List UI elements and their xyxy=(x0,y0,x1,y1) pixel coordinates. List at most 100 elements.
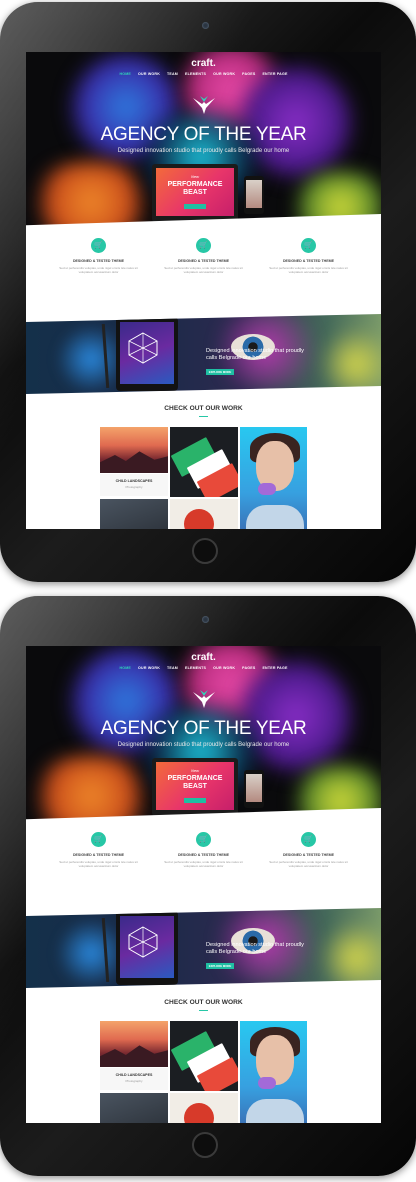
nav-item-team[interactable]: TEAM xyxy=(167,666,178,670)
portfolio-item-cards[interactable] xyxy=(170,1021,238,1091)
device-button xyxy=(184,204,206,209)
portfolio-item-stationery[interactable] xyxy=(100,499,168,529)
portrait-shirt xyxy=(246,1099,304,1123)
portfolio-title: CHILD LANDSCAPES xyxy=(115,479,153,483)
hero-headline: AGENCY OF THE YEAR xyxy=(100,718,307,739)
mountain-image xyxy=(100,1045,168,1067)
features-row: 🛒 DESIGNED & TESTED THEME Sed ut perfere… xyxy=(26,238,381,322)
macaron-image xyxy=(258,483,276,495)
promo-banner: Designed innovation studio that proudly … xyxy=(26,314,381,394)
features-row: 🛒 DESIGNED & TESTED THEME Sed ut perfere… xyxy=(26,832,381,916)
red-disc-image xyxy=(184,509,214,529)
feature-title: DESIGNED & TESTED THEME xyxy=(72,853,125,857)
portfolio-item-print[interactable] xyxy=(170,499,238,529)
nav-item-home[interactable]: HOME xyxy=(119,72,131,76)
portfolio-grid: CHILD LANDSCAPES Photography xyxy=(100,1021,307,1123)
camera-icon xyxy=(202,616,209,623)
device-small-label: New xyxy=(190,768,199,773)
feature-title: DESIGNED & TESTED THEME xyxy=(282,853,335,857)
portfolio-title: CHILD LANDSCAPES xyxy=(115,1073,153,1077)
work-section-title: CHECK OUT OUR WORK xyxy=(164,405,243,412)
portfolio-category: Photography xyxy=(125,485,143,489)
nav-item-pages[interactable]: PAGES xyxy=(242,72,255,76)
laptop-mockup: New PERFORMANCE BEAST xyxy=(152,164,238,222)
hero-section: craft. HOME OUR WORK TEAM ELEMENTS OUR W… xyxy=(26,646,381,822)
feature-text: Sed ut perferendis voluptas, unde nigel … xyxy=(269,266,348,274)
site-logo[interactable]: craft. xyxy=(26,652,381,663)
color-splash xyxy=(316,923,381,988)
cart-icon: 🛒 xyxy=(196,832,211,847)
bird-logo-icon xyxy=(193,690,215,708)
promo-banner: Designed innovation studio that proudly … xyxy=(26,908,381,988)
portfolio-item-landscape[interactable] xyxy=(100,427,168,473)
portfolio-caption: CHILD LANDSCAPES Photography xyxy=(100,474,168,496)
laptop-display: New PERFORMANCE BEAST xyxy=(156,762,234,810)
title-divider xyxy=(199,1010,208,1011)
feature-title: DESIGNED & TESTED THEME xyxy=(177,853,230,857)
site-logo[interactable]: craft. xyxy=(26,58,381,69)
phone-display xyxy=(246,180,262,208)
feature-title: DESIGNED & TESTED THEME xyxy=(282,259,335,263)
feature-title: DESIGNED & TESTED THEME xyxy=(177,259,230,263)
nav-menu: HOME OUR WORK TEAM ELEMENTS OUR WORK PAG… xyxy=(26,72,381,76)
nav-item-home[interactable]: HOME xyxy=(119,666,131,670)
feature-text: Sed ut perferendis voluptas, unde nigel … xyxy=(164,266,243,274)
device-button xyxy=(184,798,206,803)
portfolio-item-portrait[interactable] xyxy=(240,427,307,529)
device-title: PERFORMANCE BEAST xyxy=(167,181,223,196)
red-disc-image xyxy=(184,1103,214,1123)
tablet-mockup-image xyxy=(116,317,178,391)
nav-item-enter-page[interactable]: ENTER PAGE xyxy=(262,666,287,670)
phone-mockup xyxy=(244,770,264,808)
portfolio-item-stationery[interactable] xyxy=(100,1093,168,1123)
phone-mockup xyxy=(244,176,264,214)
nav-item-our-work-2[interactable]: OUR WORK xyxy=(213,72,235,76)
portfolio-item-cards[interactable] xyxy=(170,427,238,497)
tablet-screen: craft. HOME OUR WORK TEAM ELEMENTS OUR W… xyxy=(26,646,381,1123)
cart-icon: 🛒 xyxy=(196,238,211,253)
nav-item-elements[interactable]: ELEMENTS xyxy=(185,72,206,76)
feature-text: Sed ut perferendis voluptas, unde nigel … xyxy=(59,860,138,868)
tablet-frame-2: craft. HOME OUR WORK TEAM ELEMENTS OUR W… xyxy=(0,596,416,1176)
hero-headline: AGENCY OF THE YEAR xyxy=(100,124,307,145)
macaron-image xyxy=(258,1077,276,1089)
cart-icon: 🛒 xyxy=(91,832,106,847)
feature-text: Sed ut perferendis voluptas, unde nigel … xyxy=(269,860,348,868)
feature-text: Sed ut perferendis voluptas, unde nigel … xyxy=(59,266,138,274)
nav-item-enter-page[interactable]: ENTER PAGE xyxy=(262,72,287,76)
nav-item-our-work-2[interactable]: OUR WORK xyxy=(213,666,235,670)
device-title: PERFORMANCE BEAST xyxy=(167,775,223,790)
tablet-screen: craft. HOME OUR WORK TEAM ELEMENTS OUR W… xyxy=(26,52,381,529)
portfolio-item-portrait[interactable] xyxy=(240,1021,307,1123)
portrait-shirt xyxy=(246,505,304,529)
feature-item: 🛒 DESIGNED & TESTED THEME Sed ut perfere… xyxy=(160,238,248,322)
camera-icon xyxy=(202,22,209,29)
nav-item-our-work[interactable]: OUR WORK xyxy=(138,666,160,670)
mountain-image xyxy=(100,451,168,473)
device-small-label: New xyxy=(190,174,199,179)
phone-display xyxy=(246,774,262,802)
work-section-title: CHECK OUT OUR WORK xyxy=(164,999,243,1006)
feature-title: DESIGNED & TESTED THEME xyxy=(72,259,125,263)
home-button[interactable] xyxy=(192,538,218,564)
portfolio-item-print[interactable] xyxy=(170,1093,238,1123)
cart-icon: 🛒 xyxy=(91,238,106,253)
cart-icon: 🛒 xyxy=(301,832,316,847)
feature-item: 🛒 DESIGNED & TESTED THEME Sed ut perfere… xyxy=(55,832,143,916)
hero-subheadline: Designed innovation studio that proudly … xyxy=(117,742,290,748)
feature-item: 🛒 DESIGNED & TESTED THEME Sed ut perfere… xyxy=(265,832,353,916)
nav-item-pages[interactable]: PAGES xyxy=(242,666,255,670)
nav-item-elements[interactable]: ELEMENTS xyxy=(185,666,206,670)
feature-text: Sed ut perferendis voluptas, unde nigel … xyxy=(164,860,243,868)
explore-button[interactable]: EXPLORE MORE xyxy=(206,369,234,375)
tablet-frame: craft. HOME OUR WORK TEAM ELEMENTS OUR W… xyxy=(0,2,416,582)
nav-item-team[interactable]: TEAM xyxy=(167,72,178,76)
explore-button[interactable]: EXPLORE MORE xyxy=(206,963,234,969)
portfolio-item-landscape[interactable] xyxy=(100,1021,168,1067)
home-button[interactable] xyxy=(192,1132,218,1158)
nav-item-our-work[interactable]: OUR WORK xyxy=(138,72,160,76)
feature-item: 🛒 DESIGNED & TESTED THEME Sed ut perfere… xyxy=(265,238,353,322)
banner-text: Designed innovation studio that proudly … xyxy=(206,942,304,955)
hero-section: craft. HOME OUR WORK TEAM ELEMENTS OUR W… xyxy=(26,52,381,228)
top-navigation: craft. HOME OUR WORK TEAM ELEMENTS OUR W… xyxy=(26,646,381,674)
